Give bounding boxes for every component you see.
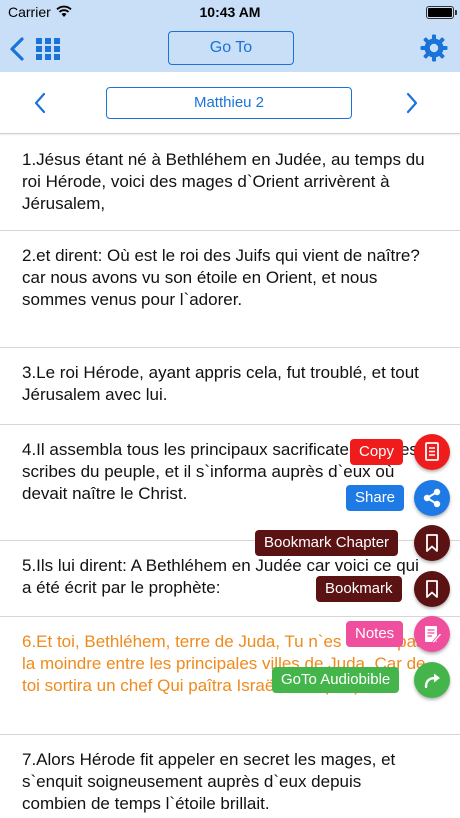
navigation-bar: Go To (0, 26, 460, 72)
back-icon[interactable] (8, 36, 26, 62)
verse-text: 7.Alors Hérode fit appeler en secret les… (22, 750, 396, 813)
goto-arrow-icon (424, 673, 440, 689)
notes-label[interactable]: Notes (346, 621, 404, 647)
verse-row[interactable]: 2.et dirent: Où est le roi des Juifs qui… (0, 231, 460, 348)
copy-button[interactable] (414, 434, 450, 470)
bookmark-icon (426, 580, 438, 598)
goto-audiobible-button[interactable] (414, 662, 450, 698)
battery-icon (426, 6, 457, 19)
previous-chapter-icon[interactable] (32, 91, 48, 115)
verse-row[interactable]: 3.Le roi Hérode, ayant appris cela, fut … (0, 348, 460, 425)
copy-icon (425, 442, 439, 461)
bookmark-button[interactable] (414, 571, 450, 607)
share-button[interactable] (414, 480, 450, 516)
notes-icon (425, 626, 443, 644)
share-label[interactable]: Share (346, 485, 405, 511)
chapter-bar: Matthieu 2 (0, 72, 460, 134)
verse-text: 3.Le roi Hérode, ayant appris cela, fut … (22, 363, 419, 404)
status-bar: Carrier 10:43 AM (0, 0, 460, 26)
chapter-selector-button[interactable]: Matthieu 2 (106, 87, 352, 119)
verse-list: 1.Jésus étant né à Bethléhem en Judée, a… (0, 135, 460, 818)
notes-button[interactable] (414, 616, 450, 652)
copy-label[interactable]: Copy (350, 439, 404, 465)
next-chapter-icon[interactable] (404, 91, 420, 115)
grid-menu-icon[interactable] (36, 38, 60, 60)
goto-button[interactable]: Go To (168, 31, 294, 65)
verse-text: 1.Jésus étant né à Bethléhem en Judée, a… (22, 150, 425, 213)
share-icon (423, 488, 441, 508)
goto-audiobible-label[interactable]: GoTo Audiobible (272, 667, 400, 693)
app-screen: Carrier 10:43 AM Go To Matthieu 2 1.Jésu… (0, 0, 460, 818)
bookmark-label[interactable]: Bookmark (316, 576, 402, 602)
clock: 10:43 AM (199, 4, 261, 20)
bookmark-chapter-button[interactable] (414, 525, 450, 561)
verse-text: 2.et dirent: Où est le roi des Juifs qui… (22, 246, 420, 309)
gear-icon[interactable] (420, 34, 448, 62)
verse-row[interactable]: 1.Jésus étant né à Bethléhem en Judée, a… (0, 135, 460, 231)
bookmark-icon (426, 534, 438, 552)
verse-row[interactable]: 7.Alors Hérode fit appeler en secret les… (0, 735, 460, 818)
bookmark-chapter-label[interactable]: Bookmark Chapter (255, 530, 399, 556)
